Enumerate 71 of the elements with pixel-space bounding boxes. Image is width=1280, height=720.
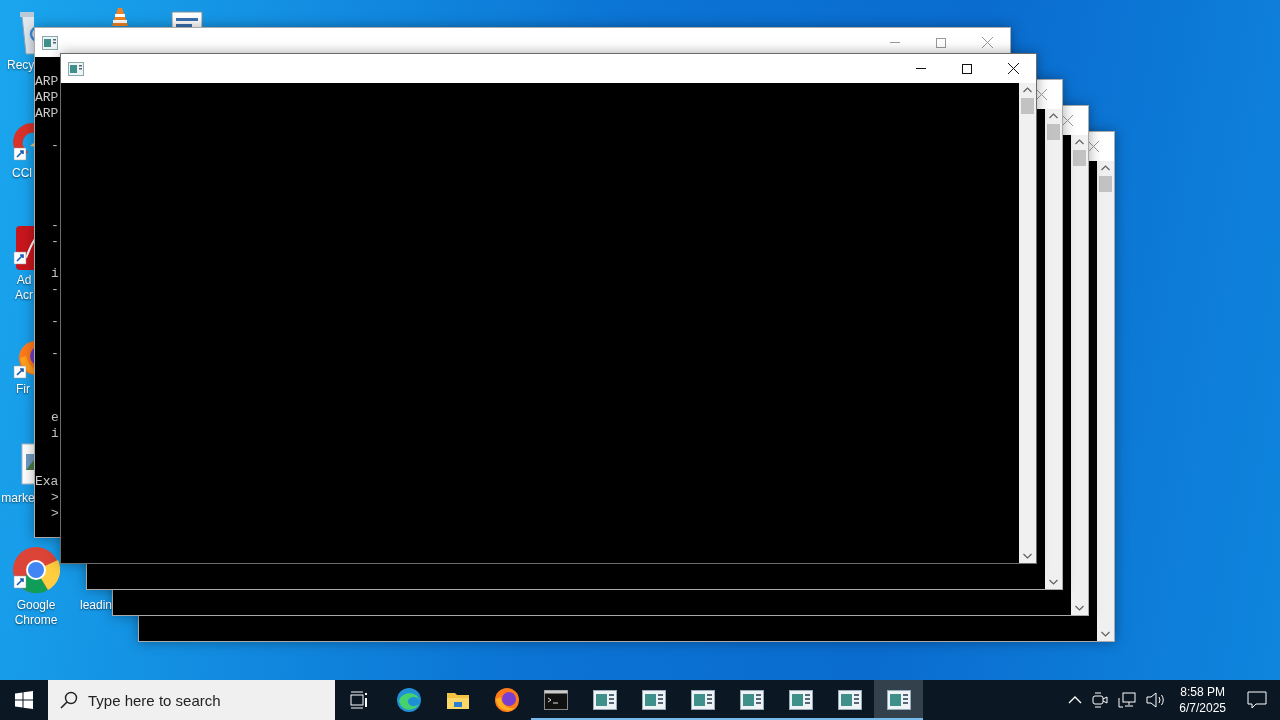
scroll-up-icon[interactable] — [1075, 139, 1084, 145]
console-text: > — [51, 490, 59, 506]
task-view-icon — [349, 691, 370, 709]
terminal-icon — [543, 690, 568, 710]
maximize-icon — [936, 37, 946, 48]
close-icon — [981, 37, 993, 48]
scroll-up-icon[interactable] — [1023, 87, 1032, 93]
windows-logo-icon — [15, 691, 33, 709]
desktop-icon-label[interactable]: marke — [1, 491, 35, 506]
window-icon — [788, 690, 813, 710]
scroll-up-icon[interactable] — [1049, 113, 1058, 119]
desktop-icon-label[interactable]: Ad Acr — [12, 273, 36, 303]
scrollbar[interactable] — [1019, 83, 1036, 563]
folder-icon — [445, 690, 470, 710]
desktop-icon-label[interactable]: CCl — [12, 166, 32, 181]
close-icon — [1088, 141, 1099, 152]
console-text: - — [51, 138, 59, 154]
scroll-down-icon[interactable] — [1023, 553, 1032, 559]
scroll-down-icon[interactable] — [1101, 631, 1110, 637]
console-text: - — [51, 346, 59, 362]
network-icon — [1118, 692, 1137, 708]
clock[interactable]: 8:58 PM 6/7/2025 — [1171, 680, 1234, 720]
window-icon — [837, 690, 862, 710]
window-icon — [739, 690, 764, 710]
console-text: ARP — [35, 90, 59, 106]
console-text: - — [51, 234, 59, 250]
close-icon — [1062, 115, 1073, 126]
fox-globe-icon — [493, 687, 520, 713]
console-text: - — [51, 282, 59, 298]
desktop-icon-label[interactable]: leadin — [79, 598, 113, 613]
scrollbar[interactable] — [1097, 161, 1114, 641]
console-text: - — [51, 218, 59, 234]
console-text: i — [51, 266, 59, 282]
speaker-icon — [1146, 692, 1167, 708]
scrollbar[interactable] — [1045, 109, 1062, 589]
window-icon — [592, 690, 617, 710]
scroll-up-icon[interactable] — [1101, 165, 1110, 171]
console-text: ARP — [35, 106, 59, 122]
scroll-thumb[interactable] — [1021, 98, 1034, 114]
console-text: - — [51, 314, 59, 330]
console-text: ARP — [35, 74, 59, 90]
desktop-icon-label[interactable]: Recy — [7, 58, 33, 73]
window-icon — [42, 35, 58, 50]
minimize-icon — [916, 68, 926, 69]
window-icon — [68, 61, 84, 76]
swirl-icon — [395, 687, 422, 713]
console-text: > — [51, 506, 59, 522]
scroll-thumb[interactable] — [1047, 124, 1060, 140]
maximize-icon — [962, 63, 972, 74]
close-icon — [1036, 89, 1047, 100]
console-text: e — [51, 410, 59, 426]
minimize-icon — [890, 42, 900, 43]
camera-icon — [1092, 692, 1109, 708]
round-browser-icon[interactable] — [12, 546, 60, 594]
desktop-icon-label[interactable]: Google Chrome — [0, 598, 72, 628]
chevron-up-icon — [1068, 696, 1083, 704]
window-icon — [690, 690, 715, 710]
search-field[interactable]: Type here to search — [48, 680, 335, 720]
scroll-thumb[interactable] — [1073, 150, 1086, 166]
taskbar-button[interactable] — [874, 680, 923, 720]
window-icon — [886, 690, 911, 710]
scroll-down-icon[interactable] — [1049, 579, 1058, 585]
console-text: i — [51, 426, 59, 442]
desktop-icon-label[interactable]: Fir — [14, 382, 32, 397]
scroll-thumb[interactable] — [1099, 176, 1112, 192]
close-icon — [1007, 63, 1019, 74]
scrollbar[interactable] — [1071, 135, 1088, 615]
console-text: Exa — [35, 474, 59, 490]
chat-bubble-icon — [1247, 691, 1267, 709]
scroll-down-icon[interactable] — [1075, 605, 1084, 611]
window-icon — [641, 690, 666, 710]
